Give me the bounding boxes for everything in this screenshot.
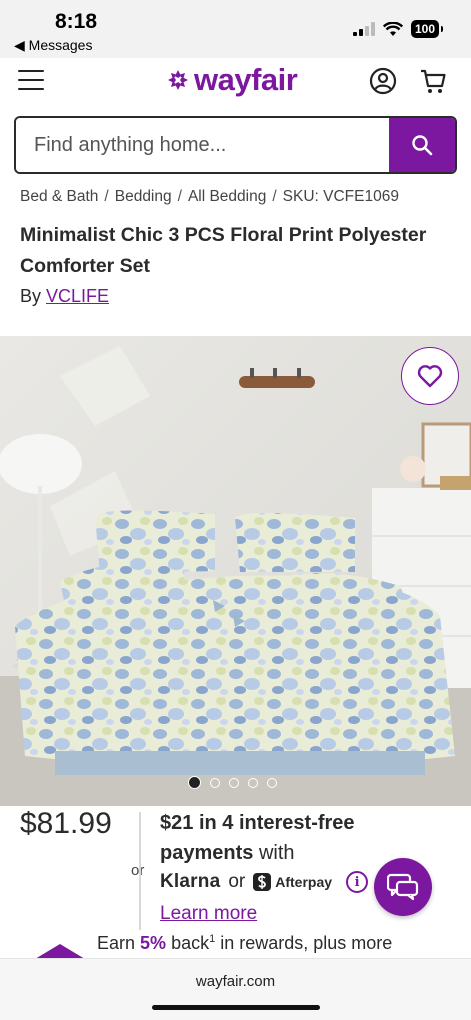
afterpay-label: Afterpay [275, 874, 333, 890]
breadcrumb-item-bed-bath[interactable]: Bed & Bath [20, 188, 98, 205]
search-icon [412, 135, 433, 156]
hamburger-icon[interactable] [18, 70, 44, 92]
klarna-logo: Klarna [160, 871, 221, 892]
breadcrumb: Bed & Bath / Bedding / All Bedding / SKU: VCFE… [20, 188, 399, 206]
or-inline: or [228, 871, 246, 892]
learn-more-link[interactable]: Learn more [160, 903, 257, 925]
by-label: By [20, 286, 42, 306]
search-bar [14, 116, 457, 174]
cart-icon[interactable] [419, 67, 447, 100]
rewards-percent: 5% [140, 933, 167, 953]
signal-icon [352, 22, 375, 36]
breadcrumb-separator: / [272, 188, 277, 205]
carousel-dot-3[interactable] [229, 777, 239, 788]
carousel-dot-4[interactable] [248, 777, 258, 788]
installment-info: $21 in 4 interest-free payments with [160, 808, 400, 868]
chat-icon [387, 873, 419, 901]
payment-providers: Klarna or Afterpay i [160, 871, 369, 893]
rewards-prefix: Earn [97, 933, 136, 953]
product-image[interactable] [0, 336, 471, 806]
chat-button[interactable] [374, 858, 432, 916]
rewards-footnote: 1 [209, 933, 216, 945]
status-time: 8:18 [55, 10, 98, 33]
afterpay-logo: Afterpay [253, 873, 332, 891]
carousel-dot-2[interactable] [210, 777, 220, 788]
carousel-dot-5[interactable] [267, 777, 277, 788]
logo-text: wayfair [194, 62, 298, 97]
installment-payments: payments [160, 842, 254, 864]
breadcrumb-separator: / [104, 188, 109, 205]
status-bar: 8:18 ◀ Messages 100 [0, 0, 471, 58]
product-byline: By VCLIFE [20, 286, 109, 307]
installment-with: with [258, 842, 295, 864]
rewards-back: back [171, 933, 210, 953]
back-to-messages[interactable]: ◀ Messages [14, 37, 92, 54]
wayfair-pinwheel-icon [168, 70, 188, 90]
url-text[interactable]: wayfair.com [0, 973, 471, 990]
breadcrumb-item-bedding[interactable]: Bedding [115, 188, 172, 205]
installment-terms: in 4 interest-free [198, 812, 355, 834]
or-label: or [131, 862, 145, 879]
installment-amount: $21 [160, 812, 194, 834]
search-button[interactable] [389, 118, 455, 172]
wayfair-logo[interactable]: wayfair [166, 62, 298, 98]
product-price: $81.99 [20, 807, 112, 840]
rewards-banner[interactable]: Earn 5% back1 in rewards, plus more [97, 933, 392, 954]
breadcrumb-item-all-bedding[interactable]: All Bedding [188, 188, 266, 205]
brand-link[interactable]: VCLIFE [46, 286, 109, 306]
product-title: Minimalist Chic 3 PCS Floral Print Polye… [20, 224, 427, 277]
home-indicator [152, 1005, 320, 1010]
afterpay-icon [253, 873, 272, 891]
info-icon[interactable]: i [346, 871, 369, 893]
account-icon[interactable] [369, 67, 397, 100]
rewards-suffix: in rewards, plus more [220, 933, 393, 953]
breadcrumb-sku: SKU: VCFE1069 [282, 188, 399, 205]
search-input[interactable] [16, 118, 389, 172]
heart-icon [417, 365, 443, 388]
battery-indicator: 100 [410, 20, 444, 38]
image-carousel-dots [188, 776, 277, 789]
site-header: wayfair [0, 58, 471, 108]
browser-url-bar[interactable]: wayfair.com [0, 958, 471, 1020]
price-divider [139, 812, 141, 930]
breadcrumb-separator: / [177, 188, 182, 205]
wifi-icon [382, 21, 403, 36]
status-icons: 100 [352, 20, 444, 38]
carousel-dot-1[interactable] [188, 776, 201, 789]
favorite-button[interactable] [401, 347, 459, 405]
